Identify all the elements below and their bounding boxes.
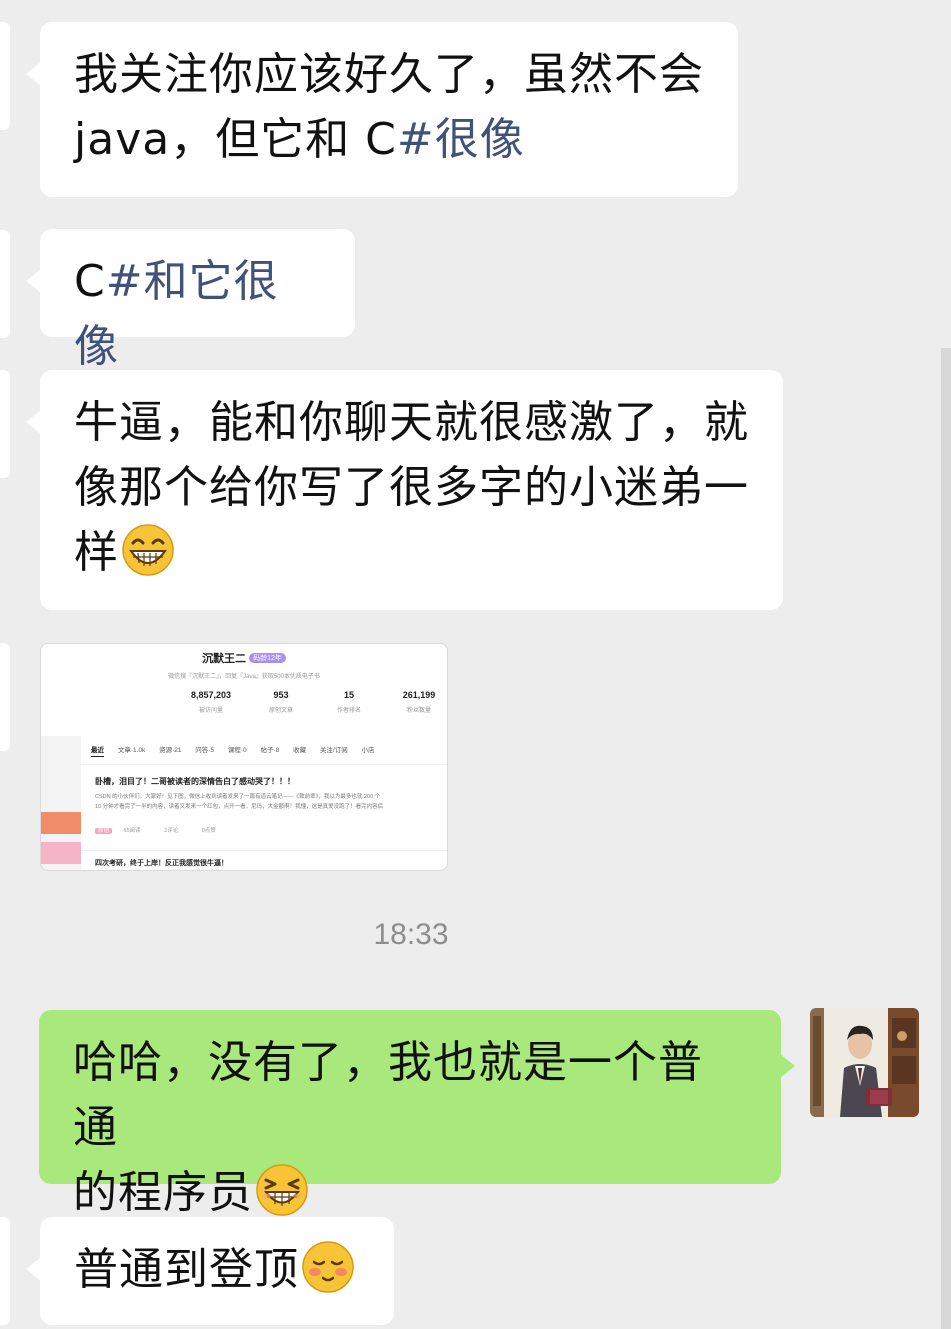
stat-item: 15 作者排名 (319, 690, 379, 714)
message-bubble[interactable]: 我关注你应该好久了，虽然不会 java，但它和 C#很像 (26, 22, 738, 197)
article-meta: 原创 65阅读 2评论 0点赞 (95, 826, 238, 834)
hashtag-text[interactable]: #很像 (397, 114, 525, 165)
stat-label: 原创文章 (268, 708, 293, 714)
message-text: 像那个给你写了很多字的小迷弟一 (74, 462, 749, 513)
message-text: 样 (74, 527, 119, 578)
message-bubble[interactable]: C#和它很像 (26, 229, 355, 372)
contact-avatar[interactable] (0, 22, 10, 130)
tab-label: 最近 (91, 747, 104, 757)
tab-label: 帖子·8 (260, 747, 280, 754)
message-text: C (74, 256, 106, 307)
divider (81, 850, 447, 851)
shared-screenshot-image[interactable]: 沉默王二 码龄12年 微信搜『沉默王二』，回复『Java』获取500本优质电子书… (40, 643, 448, 871)
article-reads: 65阅读 (123, 828, 141, 834)
stat-label: 作者排名 (336, 708, 361, 714)
article-title: 卧槽，泪目了！二哥被读者的深情告白了感动哭了！！！ (95, 777, 295, 786)
tab-label: 课程·0 (227, 747, 247, 754)
my-avatar[interactable] (810, 1008, 919, 1117)
warning-icon (41, 812, 81, 834)
blushing-face-icon (301, 1240, 355, 1294)
message-text: 我关注你应该好久了，虽然不会 (74, 49, 704, 100)
tab-label: 小店 (361, 747, 375, 754)
message-text: 哈哈，没有了，我也就是一个普通 (73, 1037, 703, 1153)
crown-icon (41, 842, 81, 864)
stat-item: 953 原创文章 (251, 690, 311, 714)
tab-label: 关注/订阅 (319, 747, 348, 754)
contact-avatar[interactable] (0, 1217, 10, 1325)
message-text: 的程序员 (73, 1167, 253, 1218)
stat-value: 953 (273, 690, 289, 700)
stat-item: 261,199 粉丝数量 (389, 690, 447, 714)
article-body: 10 分钟才看完了一半的内容，读者又发来一个红包，点开一看，尼玛，大金额啊！我懂… (95, 804, 384, 810)
tab-label: 收藏 (293, 747, 307, 754)
stat-label: 粉丝数量 (406, 708, 431, 714)
blog-name: 沉默王二 (202, 653, 247, 665)
timestamp: 18:33 (373, 918, 449, 951)
stat-value: 261,199 (402, 690, 436, 700)
scrollbar[interactable] (941, 348, 951, 1329)
message-text: 普通到登顶 (74, 1244, 299, 1295)
tab-label: 资源·21 (159, 747, 182, 754)
article-likes: 0点赞 (201, 828, 216, 834)
message-bubble[interactable]: 普通到登顶 (26, 1217, 394, 1325)
message-bubble[interactable]: 牛逼，能和你聊天就很感激了，就 像那个给你写了很多字的小迷弟一 样 (26, 370, 783, 610)
contact-avatar[interactable] (0, 643, 10, 751)
stat-value: 8,857,203 (190, 690, 232, 700)
grinning-face-icon (121, 523, 175, 577)
tab-label: 文章·1.0k (117, 747, 146, 754)
message-text: java，但它和 C (74, 114, 397, 165)
divider (81, 764, 447, 765)
stat-value: 15 (343, 690, 354, 700)
message-bubble-own[interactable]: 哈哈，没有了，我也就是一个普通 的程序员 (39, 1010, 795, 1218)
stat-label: 被访问量 (198, 708, 223, 714)
article-comments: 2评论 (164, 828, 179, 834)
contact-avatar[interactable] (0, 370, 10, 478)
chat-window: 我关注你应该好久了，虽然不会 java，但它和 C#很像 C#和它很像 牛逼，能… (0, 0, 951, 1329)
grin-squint-face-icon (255, 1163, 309, 1217)
contact-avatar[interactable] (0, 230, 10, 338)
message-text: 牛逼，能和你聊天就很感激了，就 (74, 397, 749, 448)
stat-item: 8,857,203 被访问量 (181, 690, 241, 714)
blog-subtitle: 微信搜『沉默王二』，回复『Java』获取500本优质电子书 (168, 674, 320, 680)
tab-label: 问答·5 (195, 747, 215, 754)
article-title: 四次考研，终于上岸！反正我感觉很牛逼！ (95, 860, 228, 867)
article-tag: 原创 (95, 828, 113, 834)
screenshot-tabs: 最近 文章·1.0k 资源·21 问答·5 课程·0 帖子·8 收藏 关注/订阅… (91, 744, 447, 758)
level-badge: 码龄12年 (249, 653, 286, 663)
blog-stats: 8,857,203 被访问量 953 原创文章 15 作者排名 261,199 … (181, 690, 441, 722)
article-body: CSDN 的小伙伴们，大家好！见下图，微信上收到读者发来了一篇有道云笔记——《致… (95, 794, 381, 800)
